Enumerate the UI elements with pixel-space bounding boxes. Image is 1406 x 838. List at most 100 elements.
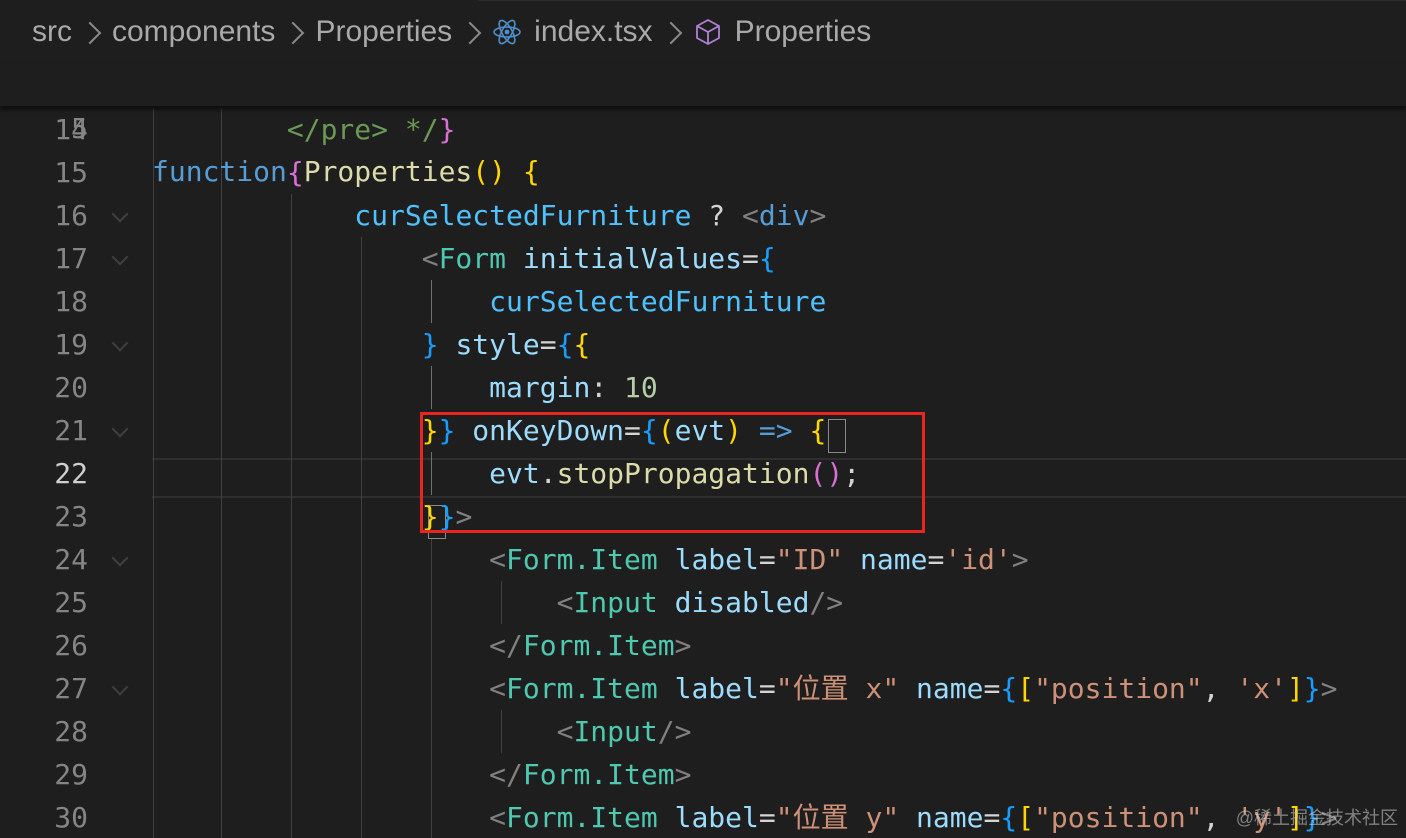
- breadcrumb-item-src[interactable]: src: [32, 15, 72, 49]
- sticky-scroll-header[interactable]: 5 function Properties() {: [0, 64, 1406, 188]
- fold-chevron-icon[interactable]: [111, 420, 129, 438]
- code-content[interactable]: <Form initialValues={: [152, 237, 776, 280]
- code-token: Input: [573, 715, 658, 748]
- sticky-code-line[interactable]: 5 function Properties() {: [0, 64, 1406, 188]
- code-token: =: [758, 543, 776, 576]
- code-token: initialValues: [522, 242, 743, 275]
- code-token: name: [860, 543, 928, 576]
- line-number: 17: [54, 242, 88, 275]
- breadcrumb-item-properties-folder[interactable]: Properties: [315, 15, 452, 49]
- code-content[interactable]: function Properties() {: [152, 150, 540, 193]
- code-content[interactable]: curSelectedFurniture ? <div>: [152, 194, 826, 237]
- line-number: 18: [54, 285, 88, 318]
- code-token: margin: [489, 371, 591, 404]
- code-token: >: [809, 199, 827, 232]
- code-line[interactable]: 18 curSelectedFurniture: [0, 280, 1406, 323]
- code-token: div: [758, 199, 810, 232]
- code-token: ]: [1286, 672, 1304, 705]
- breadcrumb-item-components[interactable]: components: [112, 15, 275, 49]
- code-token: </: [489, 629, 523, 662]
- code-line[interactable]: 19 } style={{: [0, 323, 1406, 366]
- code-token: {: [556, 328, 574, 361]
- fold-chevron-icon[interactable]: [111, 549, 129, 567]
- code-token: [: [1017, 672, 1035, 705]
- code-content[interactable]: </Form.Item>: [152, 753, 691, 796]
- code-content[interactable]: curSelectedFurniture: [152, 280, 826, 323]
- code-token: =: [758, 672, 776, 705]
- line-number: 27: [54, 672, 88, 705]
- code-token: style: [455, 328, 540, 361]
- line-number: 25: [54, 586, 88, 619]
- code-content[interactable]: <Input/>: [152, 710, 692, 753]
- code-content[interactable]: <Form.Item label="ID" name='id'>: [152, 538, 1029, 581]
- code-line[interactable]: 25 <Input disabled/>: [0, 581, 1406, 624]
- fold-chevron-icon[interactable]: [111, 205, 129, 223]
- fold-chevron-icon[interactable]: [111, 248, 129, 266]
- fold-chevron-icon[interactable]: [111, 334, 129, 352]
- line-number: 26: [54, 629, 88, 662]
- react-icon: [492, 17, 522, 47]
- code-token: Form.Item: [522, 629, 675, 662]
- code-line[interactable]: 20 margin: 10: [0, 366, 1406, 409]
- code-line[interactable]: 17 <Form initialValues={: [0, 237, 1406, 280]
- code-token: >: [1011, 543, 1029, 576]
- line-number: 22: [54, 457, 88, 490]
- breadcrumb-item-symbol[interactable]: Properties: [735, 15, 872, 49]
- code-token: label: [674, 672, 759, 705]
- line-number: 19: [54, 328, 88, 361]
- code-line[interactable]: 30 <Form.Item label="位置 y" name={["posit…: [0, 796, 1406, 838]
- code-line[interactable]: 16 curSelectedFurniture ? <div>: [0, 194, 1406, 237]
- code-line[interactable]: 26 </Form.Item>: [0, 624, 1406, 667]
- code-token: =: [983, 801, 1001, 834]
- code-token: Input: [573, 586, 658, 619]
- code-token: }: [438, 113, 456, 146]
- code-token: "位置 x": [775, 672, 900, 705]
- code-token: curSelectedFurniture: [489, 285, 827, 318]
- code-token: </: [489, 758, 523, 791]
- chevron-right-icon: [458, 21, 482, 45]
- line-number: 5: [71, 112, 88, 145]
- line-number: 23: [54, 500, 88, 533]
- code-content[interactable]: <Input disabled/>: [152, 581, 844, 624]
- code-token: 10: [624, 371, 658, 404]
- code-line[interactable]: 29 </Form.Item>: [0, 753, 1406, 796]
- code-token: =: [758, 801, 776, 834]
- code-content[interactable]: </Form.Item>: [152, 624, 691, 667]
- code-content[interactable]: <Form.Item label="位置 x" name={["position…: [152, 667, 1337, 710]
- code-line[interactable]: 24 <Form.Item label="ID" name='id'>: [0, 538, 1406, 581]
- tab-bar-edge: [478, 0, 1406, 9]
- code-token: :: [590, 371, 625, 404]
- code-token: </pre>: [286, 113, 389, 146]
- fold-chevron-icon[interactable]: [111, 678, 129, 696]
- code-token: =: [983, 672, 1001, 705]
- line-number: 30: [54, 801, 88, 834]
- code-token: label: [674, 801, 759, 834]
- code-content[interactable]: </pre> */}: [152, 108, 456, 151]
- line-number: 29: [54, 758, 88, 791]
- code-token: Form.Item: [506, 543, 658, 576]
- code-token: >: [674, 758, 692, 791]
- code-token: <: [556, 586, 574, 619]
- code-line[interactable]: 28 <Input/>: [0, 710, 1406, 753]
- line-number: 21: [54, 414, 88, 447]
- code-content[interactable]: <Form.Item label="位置 y" name={["position…: [152, 796, 1337, 838]
- code-content[interactable]: margin: 10: [152, 366, 658, 409]
- code-token: [: [1017, 801, 1035, 834]
- breadcrumb: src components Properties index.tsx Prop…: [0, 0, 1406, 64]
- code-content[interactable]: } style={{: [152, 323, 591, 366]
- breadcrumb-item-file[interactable]: index.tsx: [534, 15, 652, 49]
- code-line[interactable]: 14 </pre> */}: [0, 108, 1406, 151]
- code-line[interactable]: 27 <Form.Item label="位置 x" name={["posit…: [0, 667, 1406, 710]
- watermark: @稀土掘金技术社区: [1235, 808, 1398, 828]
- code-token: function: [152, 155, 287, 188]
